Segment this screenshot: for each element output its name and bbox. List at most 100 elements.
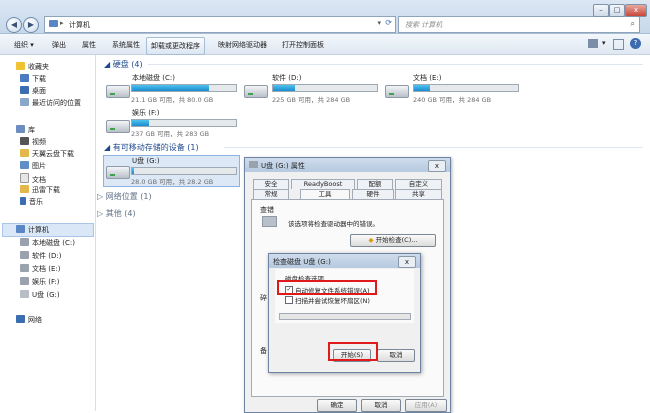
drive-f-name[interactable]: 娱乐 (F:) [132, 108, 160, 118]
section-check-label: 查错 [260, 206, 274, 214]
group-label: 其他 (4) [105, 209, 136, 218]
tab-security[interactable]: 安全 [253, 179, 289, 189]
sidebar-item-music[interactable]: 音乐 [20, 197, 43, 207]
sidebar-item-label: 计算机 [28, 226, 49, 234]
drive-c-name[interactable]: 本地磁盘 (C:) [132, 73, 175, 83]
cancel-button[interactable]: 取消 [361, 399, 401, 412]
computer-icon [16, 225, 25, 233]
sidebar-item-label: 文档 (E:) [32, 265, 61, 273]
sidebar-item-network[interactable]: 网络 [16, 315, 42, 325]
refresh-icon[interactable]: ⟳ [385, 18, 392, 27]
sidebar-item-thunder[interactable]: 迅雷下载 [20, 185, 60, 195]
close-button[interactable]: x [398, 256, 416, 268]
properties-button[interactable]: 属性 [82, 40, 96, 50]
address-bar-area: ◀ ▶ ▸ 计算机 ▾ ⟳ 搜索 计算机 ⌕ – □ x [0, 0, 650, 34]
drive-e-icon [385, 85, 409, 98]
view-options-icon[interactable] [588, 39, 598, 48]
preview-pane-icon[interactable] [613, 39, 624, 50]
tab-customize[interactable]: 自定义 [395, 179, 442, 189]
tab-tools[interactable]: 工具 [300, 189, 350, 199]
picture-icon [20, 161, 29, 169]
dropdown-icon[interactable]: ▾ [377, 19, 381, 27]
tab-hardware[interactable]: 硬件 [352, 189, 394, 199]
organize-menu[interactable]: 组织 ▾ [14, 40, 34, 50]
drive-e-name[interactable]: 文档 (E:) [413, 73, 441, 83]
group-header-other[interactable]: ▷ 其他 (4) [97, 208, 136, 219]
sidebar-item-favorites[interactable]: 收藏夹 [16, 62, 49, 72]
group-header-network[interactable]: ▷ 网络位置 (1) [97, 191, 152, 202]
back-arrow-icon: ◀ [10, 20, 18, 29]
sidebar-item-label: 软件 (D:) [32, 252, 62, 260]
sidebar-item-label: 文档 [32, 176, 46, 184]
sidebar-item-label: 音乐 [29, 198, 43, 206]
sidebar-item-desktop[interactable]: 桌面 [20, 86, 46, 96]
sidebar-item-label: 视频 [32, 138, 46, 146]
sidebar-item-videos[interactable]: 视频 [20, 137, 46, 147]
tab-sharing[interactable]: 共享 [395, 189, 442, 199]
back-button[interactable]: ◀ [6, 17, 22, 33]
search-input[interactable]: 搜索 计算机 ⌕ [398, 16, 640, 33]
drive-f-size: 237 GB 可用，共 283 GB [131, 130, 210, 138]
sidebar-item-libraries[interactable]: 库 [16, 125, 35, 135]
uninstall-program-button[interactable]: 卸载或更改程序 [146, 37, 205, 55]
navigation-pane: 收藏夹 下载 桌面 最近访问的位置 库 视频 天翼云盘下载 图片 文档 迅雷下载… [0, 55, 96, 411]
drive-c-usage-bar [131, 84, 237, 92]
drive-d-name[interactable]: 软件 (D:) [272, 73, 301, 83]
drive-f-usage-fill [132, 120, 149, 126]
sidebar-item-documents[interactable]: 文档 [20, 173, 46, 185]
forward-button[interactable]: ▶ [23, 17, 39, 33]
highlight-auto-fix [277, 280, 377, 295]
group-header-removable[interactable]: ◢ 有可移动存储的设备 (1) [104, 142, 199, 153]
scan-recover-label[interactable]: 扫描并尝试恢复坏扇区(N) [295, 295, 370, 305]
maximize-button[interactable]: □ [609, 4, 625, 17]
tab-readyboost[interactable]: ReadyBoost [291, 179, 355, 189]
search-icon[interactable]: ⌕ [631, 19, 635, 29]
sidebar-item-label: 娱乐 (F:) [32, 278, 60, 286]
sidebar-item-ent-f[interactable]: 娱乐 (F:) [20, 277, 60, 287]
scan-recover-checkbox[interactable] [285, 296, 293, 304]
help-icon[interactable]: ? [630, 38, 641, 49]
sidebar-item-recent[interactable]: 最近访问的位置 [20, 98, 81, 108]
sidebar-item-downloads[interactable]: 下载 [20, 74, 46, 84]
group-header-hdd[interactable]: ◢ 硬盘 (4) [104, 59, 143, 70]
sidebar-item-computer[interactable]: 计算机 [16, 225, 49, 235]
close-button[interactable]: x [428, 160, 446, 172]
folder-icon [20, 149, 29, 157]
command-toolbar: 组织 ▾ 弹出 属性 系统属性 卸载或更改程序 映射网络驱动器 打开控制面板 ▾… [0, 34, 650, 55]
system-properties-button[interactable]: 系统属性 [112, 40, 140, 50]
view-dropdown-icon[interactable]: ▾ [602, 39, 606, 47]
sidebar-item-pictures[interactable]: 图片 [20, 161, 46, 171]
drive-g-name[interactable]: U盘 (G:) [132, 156, 160, 166]
recent-places-icon [20, 98, 29, 106]
dialog-title: U盘 (G:) 属性 [261, 162, 305, 170]
cancel-button[interactable]: 取消 [377, 349, 415, 362]
sidebar-item-tianyi[interactable]: 天翼云盘下载 [20, 149, 74, 159]
music-icon [20, 197, 26, 205]
close-button[interactable]: x [625, 4, 647, 17]
usb-drive-icon [20, 290, 29, 298]
open-control-panel-button[interactable]: 打开控制面板 [282, 40, 324, 50]
tab-general[interactable]: 常规 [253, 189, 289, 199]
eject-button[interactable]: 弹出 [52, 40, 66, 50]
sidebar-item-label: U盘 (G:) [32, 291, 60, 299]
dialog-title: 检查磁盘 U盘 (G:) [273, 258, 331, 266]
apply-button[interactable]: 应用(A) [405, 399, 447, 412]
desktop-icon [20, 86, 29, 94]
check-now-button[interactable]: ◆ 开始检查(C)... [350, 234, 436, 247]
sidebar-item-usb-g[interactable]: U盘 (G:) [20, 290, 60, 300]
map-network-drive-button[interactable]: 映射网络驱动器 [218, 40, 267, 50]
dialog-titlebar: 检查磁盘 U盘 (G:) x [269, 254, 420, 268]
sidebar-item-doc-e[interactable]: 文档 (E:) [20, 264, 60, 274]
tab-quota[interactable]: 配额 [357, 179, 393, 189]
drive-g-usage-fill [132, 168, 135, 174]
drive-icon [20, 238, 29, 246]
breadcrumb[interactable]: 计算机 [69, 20, 90, 30]
minimize-button[interactable]: – [593, 4, 609, 17]
ok-button[interactable]: 确定 [317, 399, 357, 412]
sidebar-item-soft-d[interactable]: 软件 (D:) [20, 251, 61, 261]
group-label: 网络位置 (1) [105, 192, 152, 201]
sidebar-item-label: 最近访问的位置 [32, 99, 81, 107]
drive-d-size: 225 GB 可用，共 284 GB [272, 96, 351, 104]
address-input[interactable]: ▸ 计算机 ▾ ⟳ [44, 16, 396, 33]
sidebar-item-local-c[interactable]: 本地磁盘 (C:) [20, 238, 75, 248]
